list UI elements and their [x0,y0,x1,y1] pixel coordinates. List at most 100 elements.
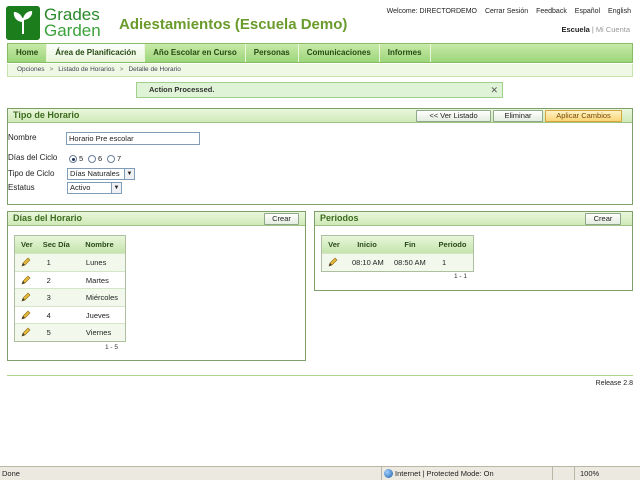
grades-garden-logo[interactable]: Grades Garden [6,6,110,42]
ciclo-label-wrap: Tipo de Ciclo [8,169,65,183]
chevron-down-icon: ▼ [124,169,134,179]
table-row[interactable]: 1 Lunes [15,253,125,271]
nombre-cell: Jueves [85,310,110,320]
dias-table: Ver Sec Día Nombre 1 Lunes 2 Martes 3 Mi… [14,235,126,342]
tipo-horario-title: Tipo de Horario [13,110,80,120]
crear-dia-button[interactable]: Crear [264,213,299,225]
dias-horario-title: Días del Horario [13,213,83,223]
estatus-select[interactable]: Activo ▼ [67,182,122,194]
release-label: Release 2.8 [595,380,633,387]
dias-horario-header: Días del Horario Crear [8,212,305,226]
estatus-label-wrap: Estatus [8,183,65,197]
tab-home[interactable]: Home [8,44,48,62]
periodos-table-header: Ver Inicio Fin Periodo [322,236,473,253]
school-link[interactable]: Escuela [562,25,590,34]
col-inicio: Inicio [357,240,377,249]
zoom-level[interactable]: 100% [580,467,599,480]
account-separator: | [591,25,594,34]
status-divider [552,467,553,480]
tab-comunicaciones[interactable]: Comunicaciones [299,44,380,62]
edit-pencil-icon[interactable] [15,324,39,341]
tipo-horario-header: Tipo de Horario << Ver Listado Eliminar … [8,109,632,123]
logo-line-2: Garden [44,21,101,40]
page-title: Adiestamientos (Escuela Demo) [119,16,348,33]
lang-en-link[interactable]: English [608,8,631,15]
nombre-label: Nombre [8,133,37,142]
my-account-link[interactable]: Mi Cuenta [596,25,630,34]
sec-dia-cell: 4 [46,310,51,320]
eliminar-button[interactable]: Eliminar [493,110,543,122]
fin-cell: 08:50 AM [394,258,426,267]
breadcrumb-sep-icon: > [119,66,124,73]
browser-status-bar: Done Internet | Protected Mode: On 100% [0,466,640,480]
breadcrumb-sep-icon: > [49,66,54,73]
status-done-text: Done [2,469,20,478]
edit-pencil-icon[interactable] [15,289,39,306]
dias-radio-6[interactable] [88,155,96,163]
col-fin: Fin [404,240,416,249]
col-periodo: Periodo [438,240,467,249]
table-row[interactable]: 3 Miércoles [15,288,125,306]
security-zone-text: Internet | Protected Mode: On [395,469,494,478]
estatus-label: Estatus [8,183,35,192]
logo-wordmark: Grades Garden [44,6,101,40]
tipo-horario-panel: Tipo de Horario << Ver Listado Eliminar … [7,108,633,205]
account-switch: Escuela | Mi Cuenta [562,25,631,34]
status-message-text: Action Processed. [149,85,215,94]
status-divider [574,467,575,480]
estatus-value: Activo [70,183,91,192]
tipo-ciclo-value: Días Naturales [70,169,120,178]
inicio-cell: 08:10 AM [352,258,384,267]
col-nombre: Nombre [85,240,114,249]
close-icon[interactable]: ✕ [490,83,498,97]
edit-pencil-icon[interactable] [15,272,39,289]
col-ver: Ver [20,240,33,249]
edit-pencil-icon[interactable] [15,307,39,324]
table-row[interactable]: 4 Jueves [15,305,125,324]
table-row[interactable]: 5 Viernes [15,323,125,341]
periodos-table: Ver Inicio Fin Periodo 08:10 AM 08:50 AM… [321,235,474,272]
periodos-title: Periodos [320,213,359,223]
dias-radio-5[interactable] [69,155,77,163]
periodo-cell: 1 [442,258,447,267]
nombre-label-wrap: Nombre [8,133,65,147]
tipo-ciclo-label: Tipo de Ciclo [8,169,55,178]
sec-dia-cell: 3 [46,293,51,302]
dias-pager: 1 - 5 [105,344,119,351]
periodos-header: Periodos Crear [315,212,632,226]
periodos-pager: 1 - 1 [454,273,468,280]
globe-icon [384,469,393,478]
table-row[interactable]: 2 Martes [15,270,125,289]
main-nav: Home Área de Planificación Año Escolar e… [7,43,633,63]
edit-pencil-icon[interactable] [15,254,39,271]
breadcrumb: Opciones > Listado de Horarios > Detalle de … [7,64,633,77]
breadcrumb-listado[interactable]: Listado de Horarios [58,66,114,73]
lang-es-link[interactable]: Español [575,8,600,15]
periodos-panel: Periodos Crear Ver Inicio Fin Periodo 08… [314,211,633,291]
feedback-link[interactable]: Feedback [536,8,567,15]
col-sec-dia: Sec Día [42,240,70,249]
sec-dia-cell: 5 [46,328,51,337]
nombre-cell: Martes [85,275,109,285]
welcome-text: Welcome: DIRECTORDEMO [386,8,477,15]
breadcrumb-opciones[interactable]: Opciones [17,66,44,73]
aplicar-cambios-button[interactable]: Aplicar Cambios [545,110,622,122]
dias-ciclo-label: Días del Ciclo [8,153,58,162]
tab-informes[interactable]: Informes [380,44,431,62]
table-row[interactable]: 08:10 AM 08:50 AM 1 [322,253,473,271]
nombre-cell: Lunes [85,258,107,267]
tab-ano-escolar[interactable]: Año Escolar en Curso [145,44,246,62]
nombre-cell: Miércoles [85,293,119,302]
edit-pencil-icon[interactable] [322,254,346,271]
logout-link[interactable]: Cerrar Sesión [485,8,528,15]
nombre-input[interactable]: Horario Pre escolar [66,132,200,145]
crear-periodo-button[interactable]: Crear [585,213,621,225]
tab-personas[interactable]: Personas [246,44,299,62]
dias-radio-7[interactable] [107,155,115,163]
tipo-ciclo-select[interactable]: Días Naturales ▼ [67,168,135,180]
tab-planificacion[interactable]: Área de Planificación [47,44,146,62]
dias-radio-6-label: 6 [98,154,103,163]
security-zone: Internet | Protected Mode: On [381,467,494,480]
ver-listado-button[interactable]: << Ver Listado [416,110,491,122]
status-message: Action Processed. ✕ [136,82,503,98]
